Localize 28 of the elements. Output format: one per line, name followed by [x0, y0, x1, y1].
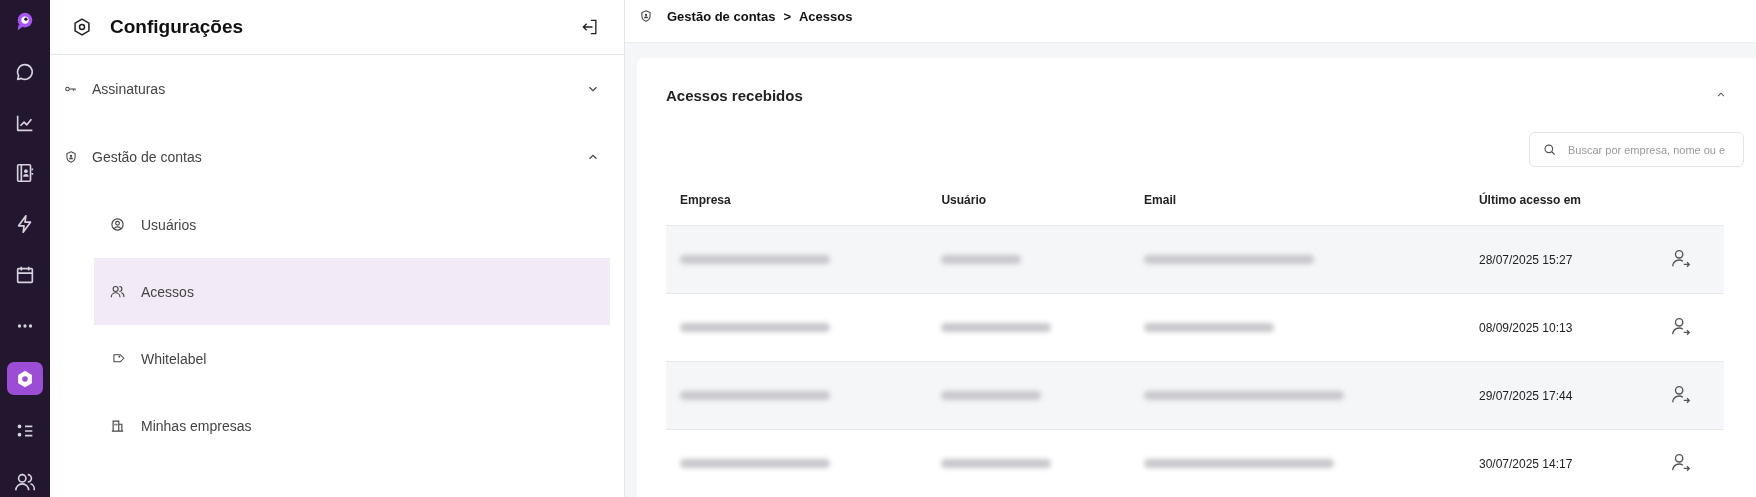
breadcrumb-current: Acessos [798, 8, 853, 24]
user-arrow-icon[interactable] [1670, 315, 1692, 337]
card-title: Acessos recebidos [666, 86, 804, 104]
users-icon [110, 284, 125, 299]
sidebar-section[interactable]: Gestão de contas [50, 123, 624, 191]
panel-title: Configurações [110, 16, 245, 38]
date-cell: 08/09/2025 10:13 [1478, 320, 1573, 335]
date-cell: 28/07/2025 15:27 [1478, 252, 1573, 267]
search-field[interactable]: Buscar por empresa, nome ou e [1529, 132, 1744, 167]
building-icon [110, 418, 125, 433]
sidebar-item[interactable]: Usuários [94, 191, 610, 258]
breadcrumb-link[interactable]: Gestão de contas [667, 8, 776, 24]
user-arrow-icon[interactable] [1670, 383, 1692, 405]
user-arrow-icon[interactable] [1670, 451, 1692, 473]
breadcrumb-separator: > [783, 8, 791, 24]
sidebar-item[interactable]: Minhas empresas [94, 392, 610, 459]
shield-user-icon [639, 9, 653, 23]
sidebar-item[interactable]: Whitelabel [94, 325, 610, 392]
date-cell: 29/07/2025 17:44 [1478, 388, 1573, 403]
sidebar-item[interactable]: Acessos [94, 258, 610, 325]
date-cell: 30/07/2025 14:17 [1478, 456, 1573, 471]
user-circle-icon [110, 217, 125, 232]
settings-icon [72, 17, 92, 37]
settings-icon[interactable] [7, 361, 43, 396]
shield-user-icon [64, 150, 78, 164]
sidebar-section[interactable]: Assinaturas [50, 55, 624, 123]
exit-icon[interactable] [580, 17, 600, 37]
user-arrow-icon[interactable] [1670, 247, 1692, 269]
